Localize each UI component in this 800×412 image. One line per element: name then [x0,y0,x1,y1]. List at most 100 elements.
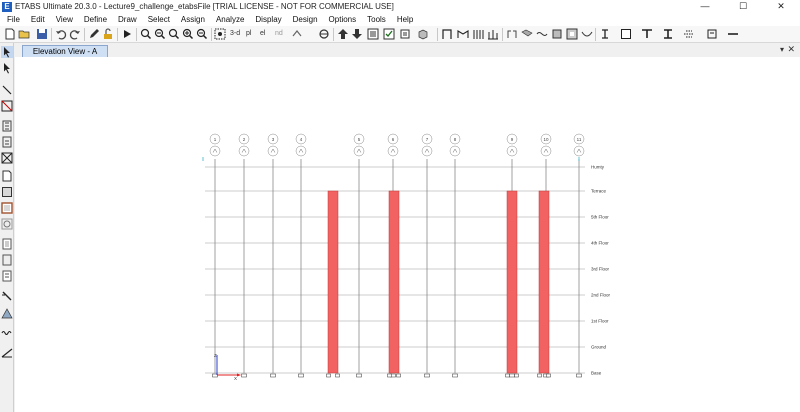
menu-draw[interactable]: Draw [113,13,143,26]
minimize-button[interactable]: — [686,0,724,13]
base-support-icon [270,373,276,378]
draw-spring-icon[interactable] [1,326,13,338]
menu-select[interactable]: Select [143,13,176,26]
base-support-icon [241,373,247,378]
unlock-icon[interactable] [102,28,114,40]
menu-display[interactable]: Display [250,13,287,26]
open-file-icon[interactable] [18,28,30,40]
area-properties-icon[interactable] [620,28,632,40]
save-icon[interactable] [36,28,48,40]
pencil-icon[interactable] [88,28,100,40]
menu-file[interactable]: File [2,13,26,26]
draw-frame-icon[interactable] [441,28,453,40]
draw-columns-icon[interactable] [472,28,484,40]
base-support-icon [396,373,401,378]
draw-slab-icon[interactable] [521,28,533,40]
move-down-icon[interactable] [351,28,363,40]
story-label: 3rd Floor [591,267,610,272]
select-by-intersect-icon[interactable] [1,136,13,148]
draw-deck-icon[interactable] [536,28,548,40]
section-properties-icon[interactable] [599,28,611,40]
etabs-logo-icon: E [2,1,12,12]
select-by-column-icon[interactable] [1,120,13,132]
extrude-view-icon[interactable] [417,28,429,40]
cross-brace-icon[interactable] [1,152,13,164]
new-model-icon[interactable] [4,28,16,40]
draw-wall-icon[interactable] [551,28,563,40]
draw-brace-icon[interactable] [487,28,499,40]
elevation-canvas[interactable]: Humty Terrace 5th Floor 4th Floor 3rd Floor 2… [15,57,800,412]
menu-assign[interactable]: Assign [176,13,211,26]
object-shrink-icon[interactable] [399,28,411,40]
menu-help[interactable]: Help [392,13,419,26]
elevation-view-button[interactable]: el [260,28,272,40]
menu-view[interactable]: View [51,13,79,26]
menu-options[interactable]: Options [324,13,363,26]
undo-icon[interactable] [55,28,67,40]
draw-opening-panel-icon[interactable] [1,254,13,266]
draw-grid-area-icon[interactable] [1,202,13,214]
window-controls: — ☐ ✕ [686,0,800,13]
zoom-window-icon[interactable] [140,28,152,40]
rotate-3d-icon[interactable] [291,28,303,40]
draw-rectangle-icon[interactable] [1,186,13,198]
story-label: Humty [591,165,605,170]
draw-tendon-icon[interactable] [581,28,593,40]
menu-tools[interactable]: Tools [362,13,392,26]
draw-reference-line-icon[interactable] [1,346,13,358]
shear-wall [538,190,550,374]
base-support-icon [298,373,304,378]
base-support-icon [505,373,510,378]
redo-icon[interactable] [69,28,81,40]
draw-dimension-icon[interactable] [1,290,13,302]
menu-define[interactable]: Define [79,13,113,26]
zoom-in-icon[interactable] [182,28,194,40]
perspective-icon[interactable] [318,28,330,40]
grid-label: 11 [577,137,582,142]
steel-section-icon[interactable] [662,28,674,40]
reshape-icon[interactable] [1,62,13,74]
base-support-icon [546,373,551,378]
run-analysis-icon[interactable] [121,28,133,40]
pointer-icon[interactable] [1,46,13,58]
plan-view-button[interactable]: pl [246,28,258,40]
load-cases-icon[interactable] [706,28,718,40]
set-building-options-icon[interactable] [383,28,395,40]
restore-view-icon[interactable] [154,28,166,40]
line-style-icon[interactable] [727,28,739,40]
grid-bubble-direction [506,145,518,157]
select-window-icon[interactable] [1,100,13,112]
menu-edit[interactable]: Edit [26,13,51,26]
close-tab-icon[interactable]: ✕ [787,44,795,55]
frame-sections-icon[interactable] [641,28,653,40]
set-display-icon[interactable] [367,28,379,40]
draw-wall-stack-icon[interactable] [1,270,13,282]
maximize-button[interactable]: ☐ [724,0,762,13]
base-support-icon [356,373,362,378]
pan-icon[interactable] [214,28,226,40]
window-title: ETABS Ultimate 20.3.0 - Lecture9_challen… [15,2,394,11]
draw-link-icon[interactable] [506,28,518,40]
grid-bubble-direction [387,145,399,157]
move-up-icon[interactable] [337,28,349,40]
draw-circle-icon[interactable] [1,218,13,230]
draw-beam-icon[interactable] [457,28,469,40]
elevation-drawing[interactable]: Humty Terrace 5th Floor 4th Floor 3rd Floor 2… [15,57,800,412]
z-axis-label: Z [214,353,217,358]
zoom-out-icon[interactable] [196,28,208,40]
draw-area-icon[interactable] [1,170,13,182]
custom-view-button[interactable]: nd [275,28,287,40]
view-3d-button[interactable]: 3-d [230,28,244,40]
draw-opening-icon[interactable] [566,28,578,40]
zoom-previous-icon[interactable] [168,28,180,40]
load-patterns-icon[interactable] [683,28,695,40]
menu-analyze[interactable]: Analyze [211,13,250,26]
tab-elevation-view[interactable]: Elevation View - A [22,45,108,57]
draw-wall-panel-icon[interactable] [1,238,13,250]
draw-line-icon[interactable] [1,84,13,96]
menu-design[interactable]: Design [288,13,324,26]
tab-list-dropdown-icon[interactable]: ▾ [780,45,784,54]
draw-tendon-left-icon[interactable] [1,308,13,320]
grid-bubble-direction [209,145,221,157]
close-window-button[interactable]: ✕ [762,0,800,13]
